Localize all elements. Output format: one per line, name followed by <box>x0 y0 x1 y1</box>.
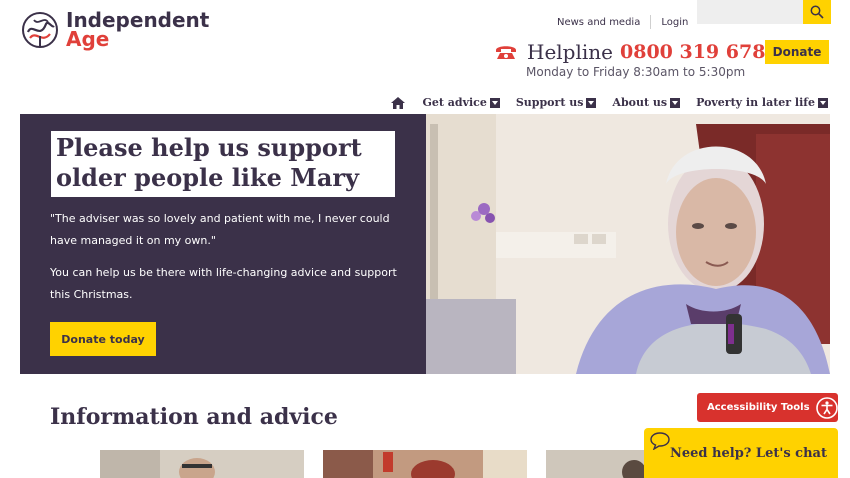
accessibility-tools-label: Accessibility Tools <box>707 402 810 413</box>
advice-card-image[interactable] <box>323 450 527 478</box>
hero-body: You can help us be there with life-chang… <box>50 266 397 301</box>
accessibility-icon <box>815 396 838 419</box>
donate-button[interactable]: Donate <box>765 40 829 64</box>
chevron-down-icon <box>489 97 500 108</box>
chevron-down-icon <box>670 97 681 108</box>
section-title-information-and-advice: Information and advice <box>50 404 338 430</box>
main-nav: Get advice Support us About us Poverty i… <box>391 96 828 109</box>
helpline-label: Helpline <box>527 40 613 64</box>
chat-bubble-icon <box>650 432 670 450</box>
logo-tree-icon <box>22 12 58 48</box>
search-icon <box>810 5 824 19</box>
helpline-hours: Monday to Friday 8:30am to 5:30pm <box>526 65 746 79</box>
logo[interactable]: Independent Age <box>20 10 209 50</box>
hero-quote: "The adviser was so lovely and patient w… <box>50 212 390 247</box>
search-button[interactable] <box>803 0 831 24</box>
utility-divider <box>650 15 652 29</box>
hero-title: Please help us support older people like… <box>51 131 395 197</box>
helpline-number[interactable]: 0800 319 6789 <box>620 41 779 63</box>
chevron-down-icon <box>586 97 597 108</box>
news-and-media-link[interactable]: News and media <box>557 17 640 28</box>
utility-links: News and media Login <box>557 15 688 29</box>
donate-today-button[interactable]: Donate today <box>50 322 156 356</box>
hero-banner: Please help us support older people like… <box>20 114 830 374</box>
live-chat-button[interactable]: Need help? Let's chat <box>644 428 838 478</box>
chevron-down-icon <box>818 97 828 108</box>
nav-item-label: Support us <box>515 96 584 109</box>
hero-photo-older-woman <box>426 114 830 374</box>
nav-item-get-advice[interactable]: Get advice <box>422 96 500 109</box>
nav-item-label: About us <box>612 96 668 109</box>
logo-text-age: Age <box>66 27 110 51</box>
login-link[interactable]: Login <box>661 17 688 28</box>
hero-text-panel: Please help us support older people like… <box>20 114 426 374</box>
nav-item-label: Get advice <box>422 96 487 109</box>
phone-icon <box>496 46 516 59</box>
nav-item-label: Poverty in later life <box>696 96 815 109</box>
accessibility-tools-button[interactable]: Accessibility Tools <box>697 393 838 422</box>
nav-item-support-us[interactable]: Support us <box>516 96 597 109</box>
nav-item-about-us[interactable]: About us <box>612 96 681 109</box>
nav-item-poverty-in-later-life[interactable]: Poverty in later life <box>696 96 828 109</box>
home-icon[interactable] <box>391 96 406 109</box>
search-input[interactable] <box>697 0 803 24</box>
helpline: Helpline 0800 319 6789 Monday to Friday … <box>495 40 779 79</box>
advice-card-image[interactable] <box>546 450 646 478</box>
chat-label: Need help? Let's chat <box>670 445 827 461</box>
advice-card-image[interactable] <box>100 450 304 478</box>
